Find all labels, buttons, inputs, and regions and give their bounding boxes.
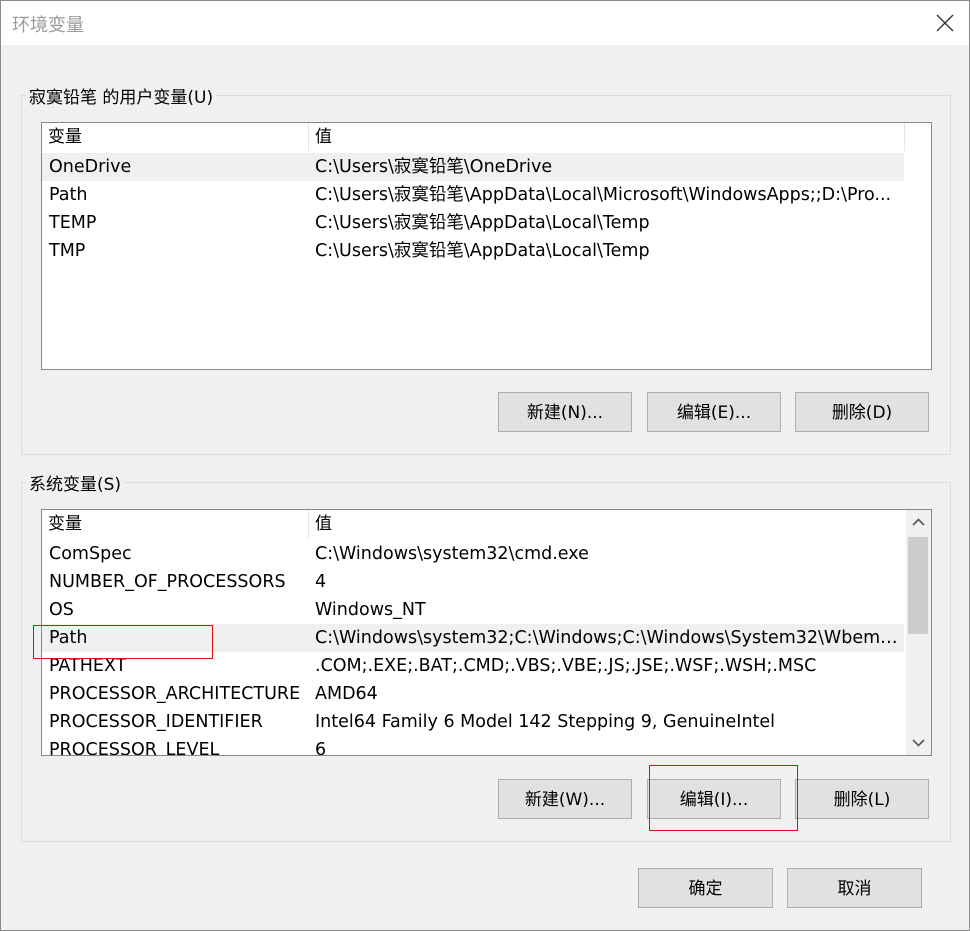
scrollbar-thumb[interactable]	[908, 537, 928, 634]
variable-name: ComSpec	[49, 544, 132, 564]
column-header-value[interactable]: 值	[309, 510, 904, 538]
scroll-down-button[interactable]	[906, 730, 931, 755]
variable-value: C:\Users\寂寞铅笔\OneDrive	[315, 157, 553, 177]
variable-value: 4	[315, 572, 327, 592]
annotation-highlight-edit	[649, 765, 798, 831]
variable-value: 6	[315, 740, 327, 756]
variable-name: OS	[49, 600, 74, 620]
user-edit-button[interactable]: 编辑(E)...	[647, 392, 781, 432]
variable-value: C:\Users\寂寞铅笔\AppData\Local\Temp	[315, 213, 650, 233]
list-item[interactable]: Path C:\Users\寂寞铅笔\AppData\Local\Microso…	[42, 181, 904, 209]
system-new-button[interactable]: 新建(W)...	[498, 779, 632, 819]
variable-name: TMP	[49, 241, 86, 261]
close-icon	[936, 14, 954, 32]
title-bar: 环境变量	[1, 1, 969, 45]
variable-value: Intel64 Family 6 Model 142 Stepping 9, G…	[315, 712, 776, 732]
variable-name: PROCESSOR_ARCHITECTURE	[49, 684, 301, 704]
column-header-variable[interactable]: 变量	[42, 123, 308, 151]
list-item[interactable]: TMP C:\Users\寂寞铅笔\AppData\Local\Temp	[42, 237, 904, 265]
user-delete-button[interactable]: 删除(D)	[795, 392, 929, 432]
list-item[interactable]: NUMBER_OF_PROCESSORS 4	[42, 568, 904, 596]
column-header-value[interactable]: 值	[309, 123, 904, 151]
list-header: 变量 值	[42, 123, 931, 151]
variable-name: PROCESSOR_IDENTIFIER	[49, 712, 263, 732]
system-delete-button[interactable]: 删除(L)	[795, 779, 929, 819]
ok-button[interactable]: 确定	[638, 868, 773, 908]
user-variables-label: 寂寞铅笔 的用户变量(U)	[26, 83, 217, 108]
annotation-highlight-path	[33, 625, 213, 659]
variable-value: C:\Users\寂寞铅笔\AppData\Local\Microsoft\Wi…	[315, 185, 892, 205]
list-item[interactable]: ComSpec C:\Windows\system32\cmd.exe	[42, 540, 904, 568]
window-title: 环境变量	[12, 15, 84, 36]
variable-value: C:\Windows\system32\cmd.exe	[315, 544, 589, 564]
variable-name: OneDrive	[49, 157, 132, 177]
list-item[interactable]: OS Windows_NT	[42, 596, 904, 624]
system-variables-label: 系统变量(S)	[26, 470, 125, 495]
variable-name: TEMP	[49, 213, 97, 233]
variable-value: .COM;.EXE;.BAT;.CMD;.VBS;.VBE;.JS;.JSE;.…	[315, 656, 817, 676]
cancel-button[interactable]: 取消	[787, 868, 922, 908]
variable-value: C:\Windows\system32;C:\Windows;C:\Window…	[315, 628, 900, 648]
list-item[interactable]: PROCESSOR_ARCHITECTURE AMD64	[42, 680, 904, 708]
variable-name: Path	[49, 185, 88, 205]
close-button[interactable]	[921, 1, 969, 45]
list-item[interactable]: PROCESSOR_IDENTIFIER Intel64 Family 6 Mo…	[42, 708, 904, 736]
variable-value: C:\Users\寂寞铅笔\AppData\Local\Temp	[315, 241, 650, 261]
list-item[interactable]: OneDrive C:\Users\寂寞铅笔\OneDrive	[42, 153, 904, 181]
variable-name: PROCESSOR_LEVEL	[49, 740, 220, 756]
list-item[interactable]: TEMP C:\Users\寂寞铅笔\AppData\Local\Temp	[42, 209, 904, 237]
column-header-variable[interactable]: 变量	[42, 510, 308, 538]
user-new-button[interactable]: 新建(N)...	[498, 392, 632, 432]
variable-name: NUMBER_OF_PROCESSORS	[49, 572, 286, 592]
variable-value: AMD64	[315, 684, 378, 704]
scroll-up-button[interactable]	[906, 510, 931, 535]
environment-variables-dialog: 环境变量 寂寞铅笔 的用户变量(U) 变量 值 OneDrive C:\User…	[0, 0, 970, 931]
chevron-down-icon	[912, 739, 925, 747]
user-variables-list[interactable]: 变量 值 OneDrive C:\Users\寂寞铅笔\OneDrive Pat…	[41, 122, 932, 370]
list-item[interactable]: PROCESSOR_LEVEL 6	[42, 736, 904, 756]
list-header: 变量 值	[42, 510, 931, 538]
variable-value: Windows_NT	[315, 600, 426, 620]
chevron-up-icon	[912, 518, 925, 526]
vertical-scrollbar[interactable]	[906, 510, 931, 755]
